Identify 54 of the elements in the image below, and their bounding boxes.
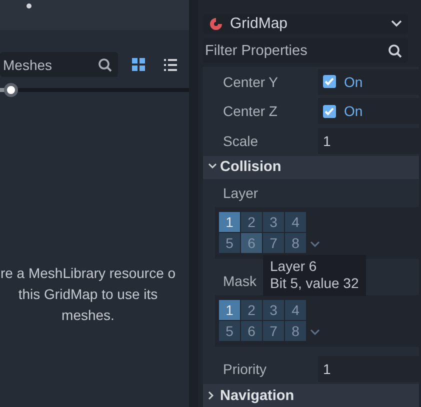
layer-toggle[interactable]: 7 [263,321,284,341]
node-selector[interactable]: GridMap [203,14,408,34]
number-value: 1 [323,361,331,378]
layer-toggle[interactable]: 3 [263,300,284,320]
layer-toggle[interactable]: 1 [219,300,240,320]
property-label: Layer [223,184,258,200]
section-header[interactable]: Navigation [203,384,419,407]
search-icon [98,58,112,72]
tooltip-line: Bit 5, value 32 [270,275,359,292]
layer-toggle[interactable]: 7 [263,233,284,253]
checkbox-value: On [344,103,363,120]
layer-toggle[interactable]: 8 [285,321,306,341]
search-icon [388,44,402,58]
property-label: Center Z [222,103,278,120]
chevron-icon[interactable] [310,240,320,246]
property-label: Center Y [222,74,279,90]
layer-toggle[interactable]: 4 [285,212,306,232]
slider-thumb[interactable] [4,83,18,97]
number-field[interactable]: 1 [318,356,419,382]
chevron-icon[interactable] [310,328,320,334]
checkbox[interactable] [323,104,336,118]
layer-toggle[interactable]: 2 [241,300,262,320]
checkbox[interactable] [323,75,336,88]
list-icon [164,58,176,70]
layer-toggle[interactable]: 8 [285,233,306,253]
empty-message: re a MeshLibrary resource o this GridMap to use its meshes. [0,264,176,325]
property-label: Scale [222,132,260,149]
section-title: Collision [220,159,282,175]
search-field[interactable]: Meshes [0,52,118,77]
layer-toggle[interactable]: 1 [219,212,240,232]
layer-toggle[interactable]: 3 [263,212,284,232]
layer-toggle[interactable]: 2 [241,212,262,232]
node-icon [209,17,222,30]
section-header[interactable]: Collision [203,156,419,178]
layer-toggle[interactable]: 5 [219,321,240,341]
checkbox-field[interactable]: On [318,68,419,95]
grid-icon [132,58,144,71]
filter-field[interactable]: Filter Properties [203,38,408,63]
dot-icon [26,3,32,9]
number-field[interactable]: 1 [318,128,419,154]
tooltip-line: Layer 6 [270,258,317,275]
layer-toggle[interactable]: 6 [241,233,262,253]
layer-toggle[interactable]: 5 [219,233,240,253]
layer-toggle[interactable]: 6 [241,321,262,341]
section-title: Navigation [220,388,294,404]
chevron-icon [391,20,402,28]
layer-toggle[interactable]: 4 [285,300,306,320]
property-label: Mask [223,272,256,288]
number-value: 1 [323,132,331,149]
property-label: Priority [222,361,268,378]
checkbox-value: On [344,74,363,90]
node-name: GridMap [230,15,289,32]
search-value: Meshes [3,56,52,72]
checkbox-field[interactable]: On [318,98,419,124]
